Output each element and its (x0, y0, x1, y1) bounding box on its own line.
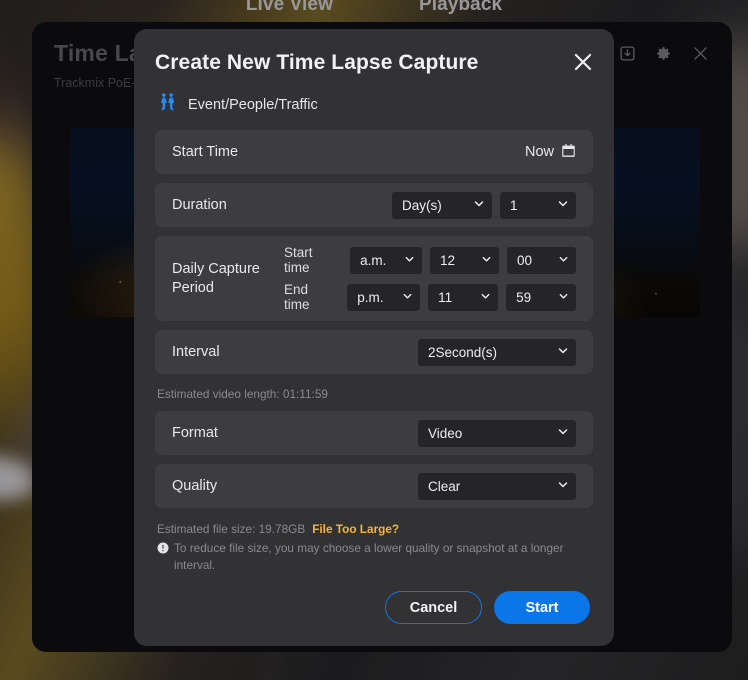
duration-label: Duration (172, 197, 227, 213)
interval-value: 2Second(s) (428, 344, 498, 360)
format-value: Video (428, 425, 463, 441)
dialog-title: Create New Time Lapse Capture (155, 51, 479, 74)
reduce-size-hint-text: To reduce file size, you may choose a lo… (174, 541, 564, 573)
dialog-header: Create New Time Lapse Capture (134, 29, 614, 75)
chevron-down-icon (481, 253, 492, 268)
start-time-value: Now (524, 144, 554, 160)
chevron-down-icon (557, 198, 569, 213)
estimated-file-size-row: Estimated file size: 19.78GB File Too Lar… (155, 517, 593, 539)
chevron-down-icon (557, 345, 569, 360)
scene-type-label: Event/People/Traffic (188, 96, 318, 113)
field-daily-capture-period: Daily Capture Period Start time a.m. 12 (155, 236, 593, 321)
interval-select[interactable]: 2Second(s) (418, 338, 576, 366)
cancel-button[interactable]: Cancel (385, 591, 482, 624)
start-minute-select[interactable]: 00 (507, 246, 577, 274)
end-hour-select[interactable]: 11 (428, 283, 499, 311)
warning-icon (157, 542, 169, 574)
estimated-file-size: Estimated file size: 19.78GB (157, 522, 306, 536)
daily-capture-period-rows: Start time a.m. 12 00 End time p.m. 11 5… (284, 245, 577, 312)
quality-label: Quality (172, 478, 218, 494)
chevron-down-icon (558, 253, 569, 268)
end-minute-value: 59 (516, 289, 532, 305)
start-minute-value: 00 (517, 252, 533, 268)
daily-capture-period-label: Daily Capture Period (172, 261, 260, 296)
field-duration: Duration Day(s) 1 (155, 183, 593, 227)
file-too-large-link[interactable]: File Too Large? (312, 522, 399, 536)
chevron-down-icon (558, 290, 569, 305)
duration-unit-value: Day(s) (402, 197, 442, 213)
quality-value: Clear (428, 478, 461, 494)
end-time-line: End time p.m. 11 59 (284, 282, 576, 312)
dialog-body: Event/People/Traffic Start Time Now Dura… (134, 75, 614, 575)
start-meridiem-value: a.m. (360, 252, 387, 268)
scene-type-row: Event/People/Traffic (155, 92, 593, 117)
format-label: Format (172, 425, 218, 441)
chevron-down-icon (557, 479, 569, 494)
dialog-close-icon[interactable] (570, 49, 596, 75)
estimated-video-length: Estimated video length: 01:11:59 (157, 387, 328, 401)
start-hour-select[interactable]: 12 (430, 246, 500, 274)
field-start-time: Start Time Now (155, 130, 593, 174)
chevron-down-icon (557, 426, 569, 441)
chevron-down-icon (473, 198, 485, 213)
dialog-footer: Cancel Start (134, 575, 614, 646)
start-time-sublabel: Start time (284, 245, 313, 275)
duration-amount-value: 1 (510, 197, 518, 213)
start-time-label: Start Time (172, 144, 239, 160)
calendar-icon (561, 143, 576, 162)
start-time-value-button[interactable]: Now (525, 143, 576, 162)
duration-amount-select[interactable]: 1 (500, 191, 576, 219)
chevron-down-icon (480, 290, 491, 305)
chevron-down-icon (404, 253, 415, 268)
chevron-down-icon (402, 290, 413, 305)
people-icon (157, 92, 178, 117)
end-hour-value: 11 (438, 289, 453, 305)
field-format: Format Video (155, 411, 593, 455)
field-quality: Quality Clear (155, 464, 593, 508)
create-time-lapse-dialog: Create New Time Lapse Capture Event/Peop… (134, 29, 614, 646)
field-interval: Interval 2Second(s) (155, 330, 593, 374)
format-select[interactable]: Video (418, 419, 576, 447)
app-root: Live View Playback Time Lapse Trackmix P… (0, 0, 748, 680)
start-meridiem-select[interactable]: a.m. (350, 246, 423, 274)
end-meridiem-value: p.m. (357, 289, 384, 305)
quality-select[interactable]: Clear (418, 472, 576, 500)
reduce-size-hint: To reduce file size, you may choose a lo… (155, 539, 593, 574)
interval-label: Interval (172, 344, 220, 360)
start-button[interactable]: Start (494, 591, 590, 624)
end-minute-select[interactable]: 59 (506, 283, 576, 311)
start-time-line: Start time a.m. 12 00 (284, 245, 577, 275)
end-meridiem-select[interactable]: p.m. (347, 283, 421, 311)
end-time-sublabel: End time (284, 282, 310, 312)
duration-unit-select[interactable]: Day(s) (392, 191, 492, 219)
start-hour-value: 12 (440, 252, 456, 268)
